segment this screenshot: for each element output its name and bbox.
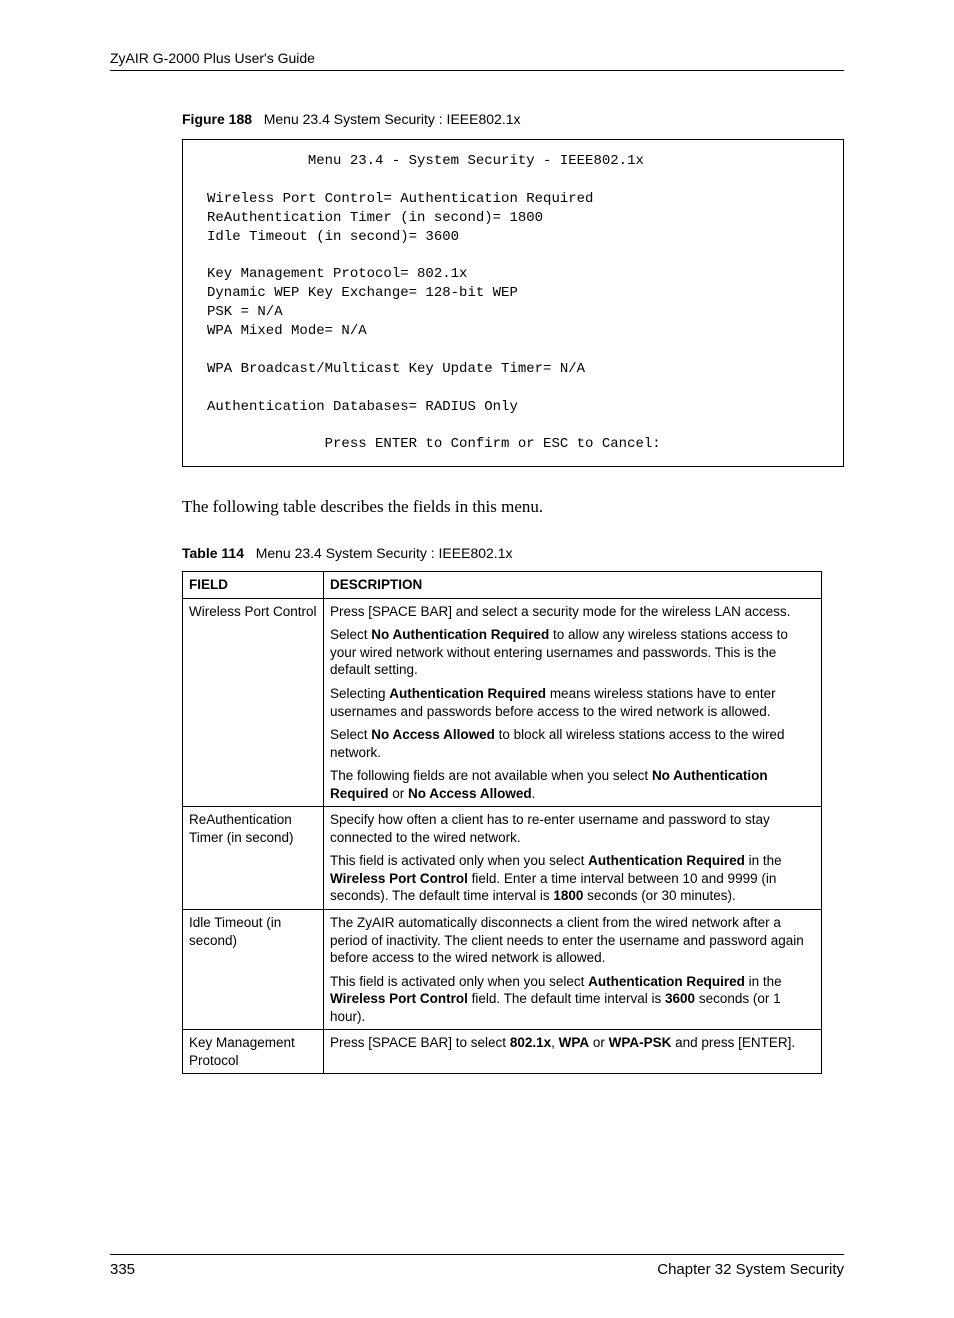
- guide-title: ZyAIR G-2000 Plus User's Guide: [110, 50, 315, 66]
- page-number: 335: [110, 1261, 135, 1278]
- table-caption: Table 114 Menu 23.4 System Security : IE…: [182, 545, 844, 561]
- col-header-field: FIELD: [183, 572, 324, 599]
- table-header-row: FIELD DESCRIPTION: [183, 572, 822, 599]
- col-header-description: DESCRIPTION: [324, 572, 822, 599]
- table-body: Wireless Port ControlPress [SPACE BAR] a…: [183, 598, 822, 1074]
- field-description: The ZyAIR automatically disconnects a cl…: [324, 910, 822, 1030]
- figure-title: Menu 23.4 System Security : IEEE802.1x: [264, 111, 521, 127]
- field-description: Press [SPACE BAR] and select a security …: [324, 598, 822, 806]
- table-row: ReAuthentication Timer (in second)Specif…: [183, 807, 822, 910]
- page-header: ZyAIR G-2000 Plus User's Guide: [110, 50, 844, 71]
- field-description: Press [SPACE BAR] to select 802.1x, WPA …: [324, 1030, 822, 1074]
- terminal-screen: Menu 23.4 - System Security - IEEE802.1x…: [182, 139, 844, 467]
- table-title: Menu 23.4 System Security : IEEE802.1x: [256, 545, 513, 561]
- chapter-title: Chapter 32 System Security: [657, 1261, 844, 1278]
- table-row: Wireless Port ControlPress [SPACE BAR] a…: [183, 598, 822, 806]
- table-row: Idle Timeout (in second)The ZyAIR automa…: [183, 910, 822, 1030]
- page-footer: 335 Chapter 32 System Security: [110, 1254, 844, 1278]
- field-name: ReAuthentication Timer (in second): [183, 807, 324, 910]
- figure-label: Figure 188: [182, 111, 252, 127]
- field-name: Key Management Protocol: [183, 1030, 324, 1074]
- field-name: Wireless Port Control: [183, 598, 324, 806]
- table-label: Table 114: [182, 545, 244, 561]
- figure-caption: Figure 188 Menu 23.4 System Security : I…: [182, 111, 844, 127]
- intro-paragraph: The following table describes the fields…: [182, 497, 844, 517]
- field-description: Specify how often a client has to re-ent…: [324, 807, 822, 910]
- table-row: Key Management ProtocolPress [SPACE BAR]…: [183, 1030, 822, 1074]
- description-table: FIELD DESCRIPTION Wireless Port ControlP…: [182, 571, 822, 1074]
- field-name: Idle Timeout (in second): [183, 910, 324, 1030]
